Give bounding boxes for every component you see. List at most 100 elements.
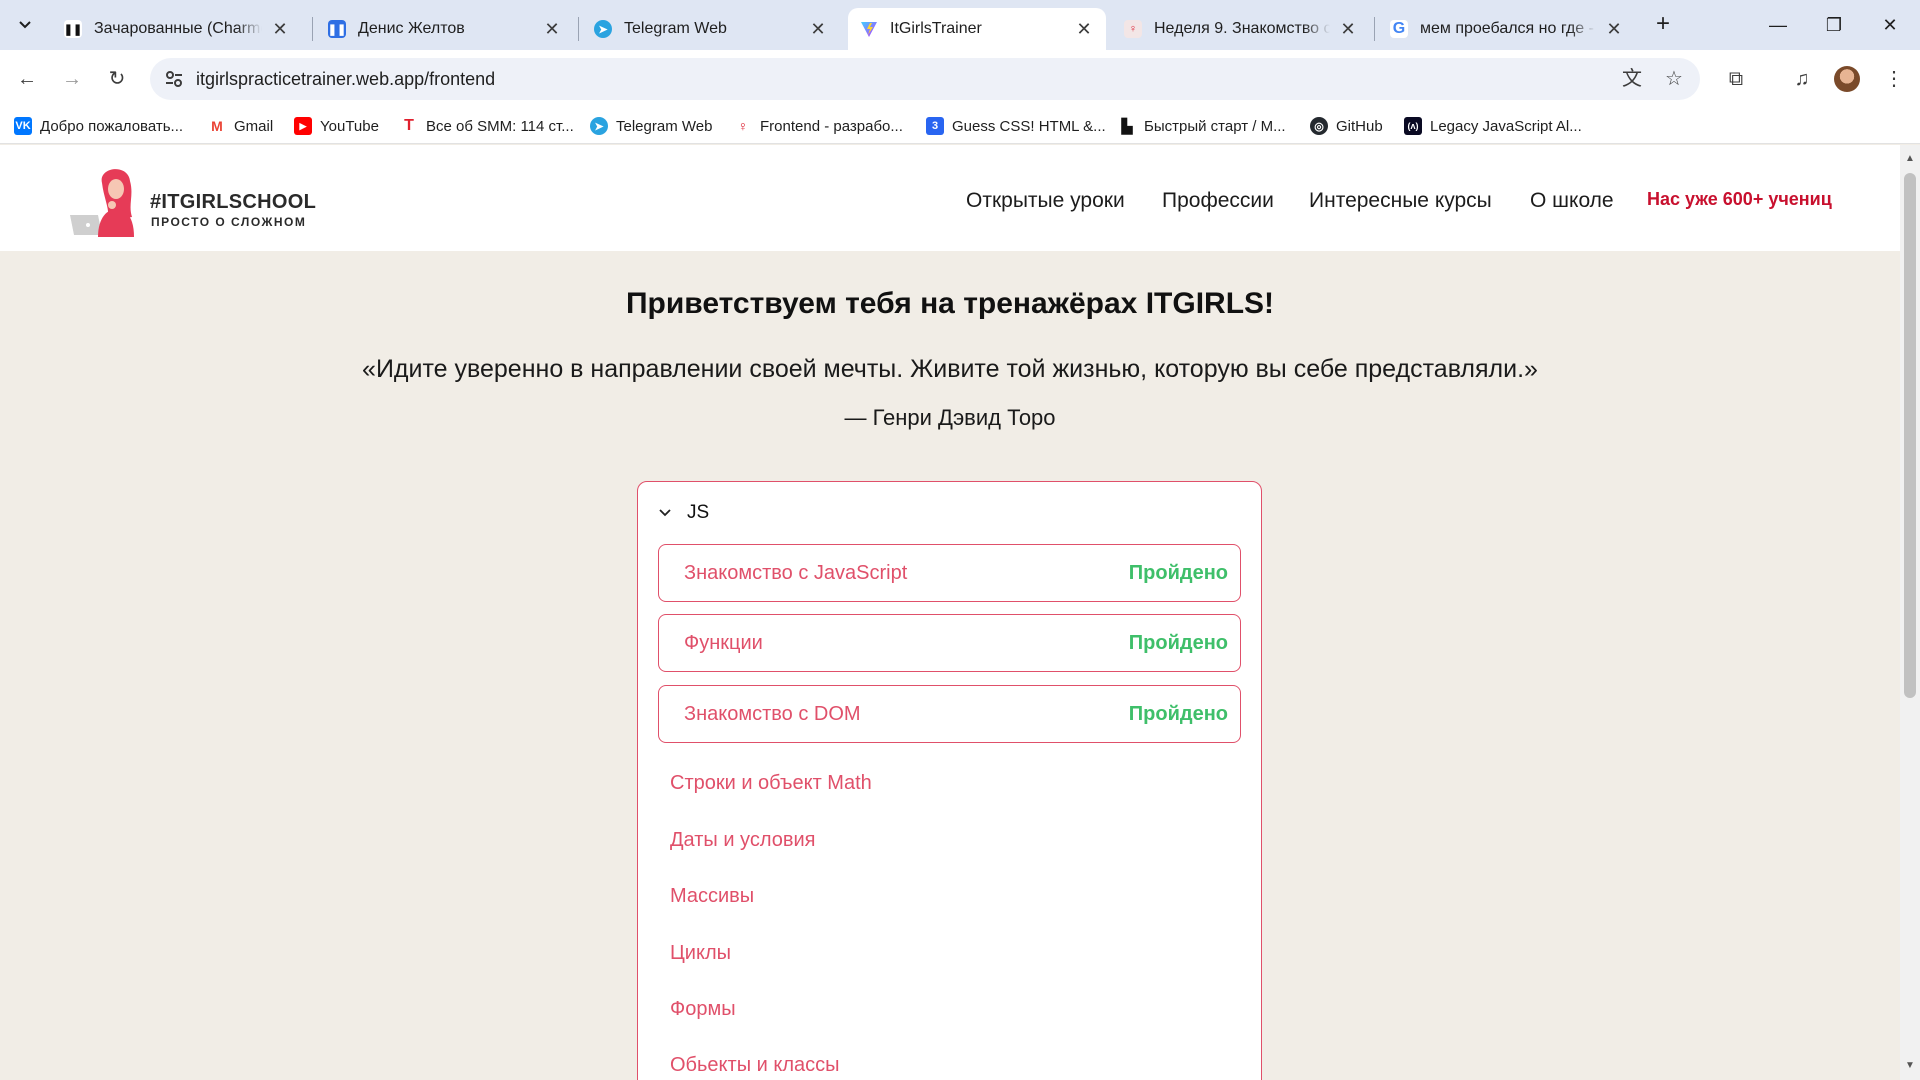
- close-icon[interactable]: ✕: [542, 19, 562, 40]
- media-control-icon[interactable]: ♫: [1786, 63, 1818, 95]
- nav-open-lessons[interactable]: Открытые уроки: [966, 189, 1125, 213]
- profile-avatar[interactable]: [1834, 66, 1860, 92]
- quote-text: «Идите уверенно в направлении своей мечт…: [362, 355, 1538, 383]
- page-title: Приветствуем тебя на тренажёрах ITGIRLS!: [625, 287, 1275, 320]
- tab-google[interactable]: G мем проебался но где - Г ✕: [1378, 8, 1636, 50]
- lesson-name: Знакомство с DOM: [684, 703, 861, 725]
- bookmarks-bar: VK Добро пожаловать... M Gmail ▶ YouTube…: [0, 108, 1920, 144]
- pause-icon: ❚❚: [64, 20, 82, 38]
- vite-icon: [860, 20, 878, 38]
- star-icon[interactable]: ☆: [1662, 67, 1686, 91]
- bookmark-guess-css[interactable]: 3 Guess CSS! HTML &...: [926, 114, 1106, 138]
- close-icon[interactable]: ✕: [1074, 19, 1094, 40]
- lesson-link[interactable]: Обьекты и классы: [670, 1054, 840, 1077]
- scrollbar-thumb[interactable]: [1904, 173, 1916, 698]
- new-tab-button[interactable]: +: [1650, 12, 1676, 38]
- tab-title: Зачарованные (Charmed(: [94, 20, 262, 37]
- youtube-icon: ▶: [294, 117, 312, 135]
- tab-denis[interactable]: ❚❚ Денис Желтов ✕: [316, 8, 574, 50]
- close-window-icon[interactable]: ✕: [1870, 10, 1910, 40]
- lesson-status: Пройдено: [1128, 703, 1228, 725]
- tab-charmed[interactable]: ❚❚ Зачарованные (Charmed( ✕: [52, 8, 302, 50]
- itgirls-icon: ♀: [1124, 20, 1142, 38]
- logo-name: #ITGIRLSCHOOL: [150, 191, 317, 213]
- tab-title: Денис Желтов: [358, 20, 465, 37]
- tab-itgirlstrainer[interactable]: ItGirlsTrainer ✕: [848, 8, 1106, 50]
- lesson-link[interactable]: Даты и условия: [670, 829, 815, 852]
- course-accordion: JS Знакомство с JavaScript Пройдено Функ…: [637, 481, 1262, 1080]
- telegram-icon: ➤: [590, 117, 608, 135]
- bookmark-label: Добро пожаловать...: [40, 117, 184, 135]
- scroll-down-icon[interactable]: ▼: [1904, 1060, 1916, 1072]
- bookmark-legacy-js[interactable]: (ʌ) Legacy JavaScript Al...: [1404, 114, 1582, 138]
- bookmark-label: Telegram Web: [616, 117, 713, 135]
- menu-icon[interactable]: ⋮: [1878, 63, 1910, 95]
- tab-divider: [578, 17, 579, 41]
- translate-icon[interactable]: 文: [1620, 67, 1644, 91]
- google-icon: G: [1390, 20, 1408, 38]
- close-icon[interactable]: ✕: [1604, 19, 1624, 40]
- tab-telegram[interactable]: ➤ Telegram Web ✕: [582, 8, 840, 50]
- address-bar[interactable]: itgirlspracticetrainer.web.app/frontend …: [150, 58, 1700, 100]
- nav-professions[interactable]: Профессии: [1162, 189, 1274, 213]
- close-icon[interactable]: ✕: [1338, 19, 1358, 40]
- scroll-up-icon[interactable]: ▲: [1904, 153, 1916, 165]
- tab-search-button[interactable]: [8, 10, 42, 40]
- logo-tagline: ПРОСТО О СЛОЖНОМ: [151, 215, 307, 229]
- vk-icon: VK: [14, 117, 32, 135]
- chevron-down-icon: [659, 509, 671, 517]
- restore-icon[interactable]: ❐: [1814, 10, 1854, 40]
- site-logo[interactable]: #ITGIRLSCHOOL ПРОСТО О СЛОЖНОМ: [68, 165, 316, 240]
- tab-week9[interactable]: ♀ Неделя 9. Знакомство с Ja ✕: [1112, 8, 1370, 50]
- bookmark-vk[interactable]: VK Добро пожаловать...: [14, 114, 183, 138]
- lesson-link[interactable]: Циклы: [670, 942, 731, 965]
- bookmark-github[interactable]: ◎ GitHub: [1310, 114, 1383, 138]
- lesson-card[interactable]: Знакомство с DOM Пройдено: [658, 685, 1241, 743]
- nav-about[interactable]: О школе: [1530, 189, 1614, 213]
- page-scrollbar[interactable]: ▲ ▼: [1900, 145, 1920, 1080]
- bookmark-label: Gmail: [234, 117, 274, 135]
- quote-author: — Генри Дэвид Торо: [844, 405, 1056, 430]
- lesson-link[interactable]: Строки и объект Math: [670, 772, 872, 795]
- freecodecamp-icon: (ʌ): [1404, 117, 1422, 135]
- extensions-icon[interactable]: ⧉: [1720, 63, 1752, 95]
- url-text[interactable]: itgirlspracticetrainer.web.app/frontend: [196, 69, 495, 90]
- lesson-card[interactable]: Функции Пройдено: [658, 614, 1241, 672]
- tab-title: мем проебался но где - Г: [1420, 20, 1596, 37]
- students-count-link[interactable]: Нас уже 600+ учениц: [1647, 189, 1832, 210]
- bookmark-telegram[interactable]: ➤ Telegram Web: [590, 114, 712, 138]
- accordion-header[interactable]: JS: [658, 500, 709, 526]
- lesson-status: Пройдено: [1128, 562, 1228, 584]
- forward-icon[interactable]: →: [55, 62, 89, 96]
- lesson-name: Знакомство с JavaScript: [684, 562, 908, 584]
- bookmark-frontend[interactable]: ♀ Frontend - разрабо...: [734, 114, 903, 138]
- bookmark-smm[interactable]: T Все об SMM: 114 ст...: [400, 114, 574, 138]
- reload-icon[interactable]: ↻: [100, 62, 134, 96]
- accordion-title: JS: [687, 502, 710, 523]
- lesson-link[interactable]: Массивы: [670, 885, 754, 908]
- bookmark-gmail[interactable]: M Gmail: [208, 114, 273, 138]
- minimize-icon[interactable]: —: [1758, 10, 1798, 40]
- browser-toolbar: ← → ↻ itgirlspracticetrainer.web.app/fro…: [0, 50, 1920, 108]
- site-settings-icon[interactable]: [162, 67, 186, 91]
- bookmark-quickstart[interactable]: ▙ Быстрый старт / M...: [1118, 114, 1286, 138]
- gmail-icon: M: [208, 117, 226, 135]
- tab-strip: ❚❚ Зачарованные (Charmed( ✕ ❚❚ Денис Жел…: [0, 0, 1920, 50]
- close-icon[interactable]: ✕: [808, 19, 828, 40]
- bookmark-label: GitHub: [1336, 117, 1383, 135]
- tab-divider: [1374, 17, 1375, 41]
- bookmark-label: Быстрый старт / M...: [1144, 117, 1286, 135]
- tab-title: Неделя 9. Знакомство с Ja: [1154, 20, 1330, 37]
- lesson-card[interactable]: Знакомство с JavaScript Пройдено: [658, 544, 1241, 602]
- nav-courses[interactable]: Интересные курсы: [1309, 189, 1492, 213]
- itgirls-icon: ♀: [734, 117, 752, 135]
- bookmark-label: Legacy JavaScript Al...: [1430, 117, 1582, 135]
- site-header: #ITGIRLSCHOOL ПРОСТО О СЛОЖНОМ Открытые …: [0, 145, 1900, 251]
- back-icon[interactable]: ←: [10, 62, 44, 96]
- t-logo-icon: T: [400, 117, 418, 135]
- lesson-name: Функции: [684, 632, 763, 654]
- lesson-link[interactable]: Формы: [670, 998, 736, 1021]
- tab-divider: [312, 17, 313, 41]
- bookmark-youtube[interactable]: ▶ YouTube: [294, 114, 379, 138]
- close-icon[interactable]: ✕: [270, 19, 290, 40]
